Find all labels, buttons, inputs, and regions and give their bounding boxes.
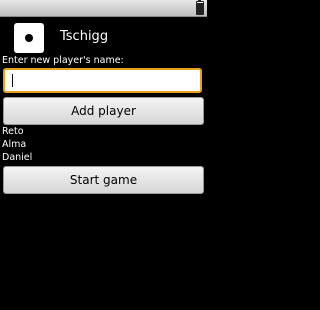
title-bar: Tschigg xyxy=(0,17,207,55)
player-name-field[interactable] xyxy=(3,68,202,93)
player-name-input[interactable] xyxy=(5,71,200,92)
app-title: Tschigg xyxy=(60,29,109,44)
player-list-item: Reto xyxy=(2,126,24,137)
app-screen: Tschigg Enter new player's name: Add pla… xyxy=(0,0,207,310)
status-bar xyxy=(0,0,207,17)
battery-fill xyxy=(197,3,203,14)
text-caret xyxy=(12,74,13,87)
player-list: Reto Alma Daniel xyxy=(2,125,32,164)
add-player-button[interactable]: Add player xyxy=(3,97,204,125)
dice-one-icon xyxy=(14,23,44,53)
player-name-label: Enter new player's name: xyxy=(2,55,124,66)
start-game-button[interactable]: Start game xyxy=(3,166,204,194)
battery-icon xyxy=(196,0,204,15)
status-icons xyxy=(196,0,204,15)
player-list-item: Daniel xyxy=(2,152,33,163)
player-list-item: Alma xyxy=(2,139,27,150)
dice-pip xyxy=(25,34,33,42)
